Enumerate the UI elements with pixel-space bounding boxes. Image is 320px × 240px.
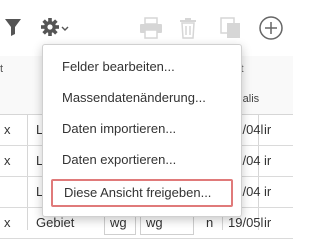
cell: wg	[110, 215, 127, 230]
printer-icon[interactable]	[138, 17, 164, 44]
cell: 19/05l	[228, 215, 264, 230]
menu-item-edit-fields[interactable]: Felder bearbeiten...	[43, 53, 241, 81]
column-header[interactable]: t	[0, 63, 3, 75]
gear-icon[interactable]	[40, 17, 72, 42]
cell: x	[4, 215, 11, 230]
cell: n	[206, 215, 214, 230]
add-icon[interactable]	[258, 15, 284, 46]
menu-item-import-data[interactable]: Daten importieren...	[43, 115, 241, 143]
filter-icon[interactable]	[4, 17, 22, 42]
cell: ir	[264, 184, 272, 199]
copy-icon[interactable]	[220, 17, 242, 44]
trash-icon[interactable]	[178, 17, 198, 44]
cell-gebiet: Gebiet	[36, 215, 75, 230]
menu-item-mass-data-change[interactable]: Massendatenänderung...	[43, 84, 241, 112]
cell: ir	[264, 122, 272, 137]
cell: ir	[264, 153, 272, 168]
menu-item-share-view[interactable]: Diese Ansicht freigeben...	[51, 179, 233, 207]
cell: x	[4, 122, 11, 137]
settings-dropdown-menu: Felder bearbeiten... Massendatenänderung…	[42, 44, 242, 217]
cell: ir	[264, 215, 272, 230]
cell: x	[4, 153, 11, 168]
cell: wg	[146, 215, 163, 230]
menu-item-export-data[interactable]: Daten exportieren...	[43, 146, 241, 174]
